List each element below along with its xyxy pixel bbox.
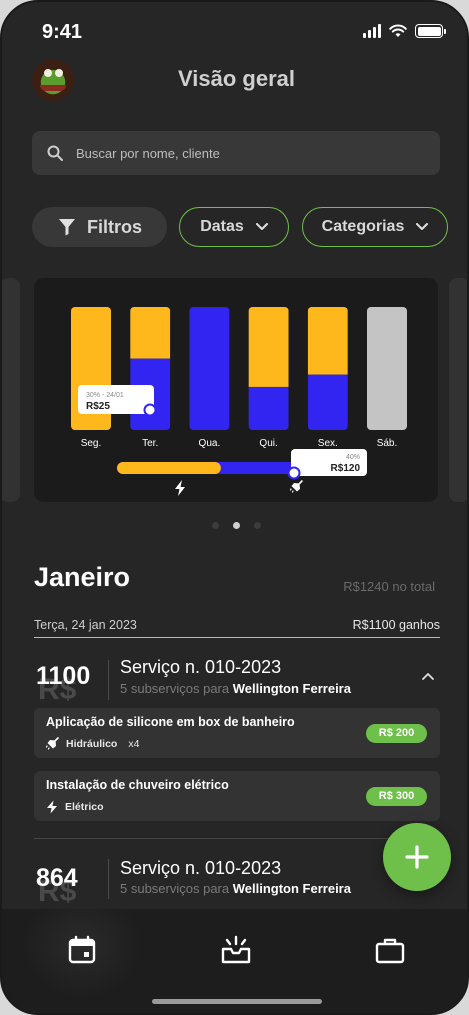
chart-marker — [287, 466, 301, 480]
categories-label: Categorias — [321, 218, 405, 235]
chart-marker — [143, 403, 157, 417]
status-icons — [363, 24, 446, 38]
subservice-name: Instalação de chuveiro elétrico — [46, 778, 229, 792]
service-title: Serviço n. 010-2023 — [120, 657, 282, 677]
status-bar: 9:41 — [2, 2, 467, 58]
shower-icon-drops — [289, 488, 294, 493]
chevron-up-icon[interactable] — [421, 672, 435, 681]
page-title: Visão geral — [178, 66, 295, 91]
progress-fill — [117, 462, 221, 474]
service-subtitle: 5 subserviços para Wellington Ferreira — [120, 681, 351, 696]
subservice-card[interactable]: Instalação de chuveiro elétrico Elétrico… — [34, 771, 440, 821]
subservice-price-badge: R$ 300 — [366, 787, 427, 806]
chart-tick-label: Sex. — [318, 438, 338, 449]
battery-icon — [415, 24, 446, 38]
search-icon — [47, 145, 63, 161]
next-card-peek[interactable] — [449, 278, 467, 502]
weekly-chart-card[interactable]: Seg. Ter. Qua. Qui. Sex. Sáb. 30% - 24/01 R$25 4… — [34, 278, 438, 502]
nav-briefcase[interactable] — [373, 933, 407, 967]
carousel-dot[interactable] — [233, 522, 240, 529]
day-date: Terça, 24 jan 2023 — [34, 618, 137, 632]
shower-icon — [289, 480, 303, 493]
chart-bar-segment — [367, 307, 407, 430]
carousel-pagination — [2, 522, 467, 529]
chart-tick-label: Qui. — [259, 438, 277, 449]
chart-bar — [367, 307, 407, 430]
chart-tooltip-value: R$120 — [331, 463, 361, 474]
service-divider — [108, 859, 109, 899]
chart-bar — [307, 307, 348, 430]
service-amount: 864 — [36, 864, 78, 892]
subservice-price-badge: R$ 200 — [366, 724, 427, 743]
filters-label: Filtros — [86, 216, 142, 237]
weekly-bar-chart: Seg. Ter. Qua. Qui. Sex. Sáb. 30% - 24/01 R$25 4… — [71, 307, 407, 496]
carousel-dot[interactable] — [212, 522, 219, 529]
lightning-icon — [47, 800, 57, 814]
status-time: 9:41 — [42, 21, 83, 43]
service-subtitle-prefix: 5 subserviços para — [120, 681, 230, 696]
day-header: Terça, 24 jan 2023 R$1100 ganhos — [34, 618, 440, 638]
chart-tick-label: Qua. — [199, 438, 221, 449]
signal-icon — [363, 24, 381, 38]
calendar-icon — [68, 935, 96, 964]
chart-tick-label: Ter. — [142, 438, 158, 449]
plus-icon — [405, 845, 429, 869]
service-divider — [108, 660, 109, 700]
home-indicator[interactable] — [152, 999, 322, 1004]
previous-card-peek[interactable] — [2, 278, 20, 502]
subservice-quantity: x4 — [128, 737, 140, 750]
nav-inbox[interactable] — [219, 933, 253, 967]
wifi-icon — [389, 24, 407, 37]
chart-bar-segment — [130, 307, 171, 359]
subservice-name: Aplicação de silicone em box de banheiro — [46, 715, 295, 729]
subservice-card[interactable]: Aplicação de silicone em box de banheiro… — [34, 708, 440, 758]
service-client: Wellington Ferreira — [232, 881, 351, 896]
chart-tooltip-value: R$25 — [86, 401, 110, 412]
chevron-down-icon — [255, 223, 268, 230]
chart-bar-segment — [248, 307, 289, 387]
subservice-category: Hidráulico x4 — [46, 737, 139, 750]
chart-tick-label: Seg. — [81, 438, 102, 449]
service-amount: 1100 — [36, 662, 91, 690]
month-title: Janeiro — [34, 562, 131, 592]
service-title: Serviço n. 010-2023 — [120, 858, 282, 878]
chart-tooltip-caption: 40% — [346, 454, 360, 461]
dates-dropdown[interactable]: Datas — [179, 207, 289, 247]
inbox-icon — [221, 935, 251, 964]
chart-bar-segment — [307, 307, 348, 375]
chart-tooltip-caption: 30% - 24/01 — [86, 392, 124, 399]
add-service-button[interactable] — [383, 823, 451, 891]
month-total: R$1240 no total — [343, 579, 435, 594]
chart-bar — [248, 307, 289, 430]
app-screen: 9:41 Visão geral Filtros Datas — [0, 0, 469, 1015]
filter-icon — [58, 219, 75, 236]
service-client: Wellington Ferreira — [232, 681, 351, 696]
briefcase-icon — [375, 938, 405, 964]
carousel-dot[interactable] — [254, 522, 261, 529]
chart-bar — [189, 307, 230, 430]
search-input[interactable] — [76, 145, 416, 161]
shower-icon-head — [291, 483, 300, 492]
subservice-category-label: Hidráulico — [66, 737, 118, 750]
bottom-navigation — [2, 909, 467, 1013]
chart-bar-segment — [307, 374, 348, 430]
categories-dropdown[interactable]: Categorias — [302, 207, 448, 247]
filters-button[interactable]: Filtros — [32, 207, 167, 247]
dates-label: Datas — [200, 218, 244, 235]
nav-calendar[interactable] — [65, 933, 99, 967]
service-subtitle: 5 subserviços para Wellington Ferreira — [120, 881, 351, 896]
shower-icon — [46, 737, 59, 750]
chevron-down-icon — [416, 223, 429, 230]
subservice-category-label: Elétrico — [65, 801, 104, 813]
subservice-category: Elétrico — [46, 800, 104, 814]
divider — [34, 838, 440, 839]
chart-bar-segment — [189, 307, 230, 430]
search-bar[interactable] — [32, 131, 440, 175]
service-subtitle-prefix: 5 subserviços para — [120, 881, 230, 896]
day-earnings: R$1100 ganhos — [352, 618, 440, 632]
chart-bar-segment — [248, 386, 289, 430]
lightning-icon — [175, 480, 185, 496]
chart-tick-label: Sáb. — [377, 438, 398, 449]
